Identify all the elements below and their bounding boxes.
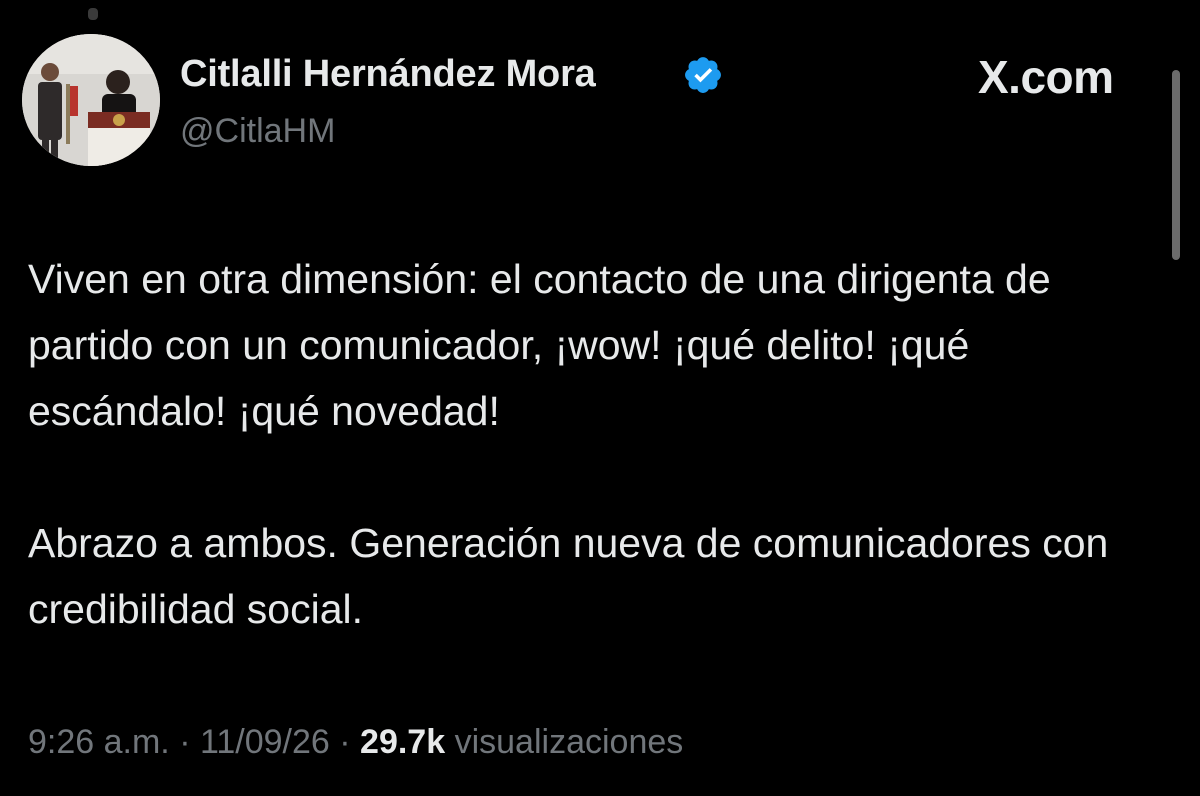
views-count: 29.7k [360,723,446,761]
author-display-name[interactable]: Citlalli Hernández Mora [180,53,596,96]
scroll-indicator [88,8,98,20]
views-label: visualizaciones [454,723,684,761]
tweet-meta: 9:26 a.m. · 11/09/26 · 29.7k visualizaci… [28,723,683,762]
brand-logo: X.com [978,51,1114,103]
meta-separator: · [179,723,191,761]
tweet-paragraph: Abrazo a ambos. Generación nueva de comu… [28,520,1109,632]
tweet-time[interactable]: 9:26 a.m. [28,723,170,761]
meta-separator: · [339,723,351,761]
tweet-paragraph: Viven en otra dimensión: el contacto de … [28,256,1051,434]
tweet-text: Viven en otra dimensión: el contacto de … [28,246,1138,642]
scrollbar[interactable] [1172,70,1180,260]
tweet-date[interactable]: 11/09/26 [200,723,330,761]
author-handle[interactable]: @CitlaHM [180,112,335,151]
avatar[interactable] [22,34,160,166]
verified-badge-icon [685,57,721,93]
avatar-photo [22,34,160,166]
